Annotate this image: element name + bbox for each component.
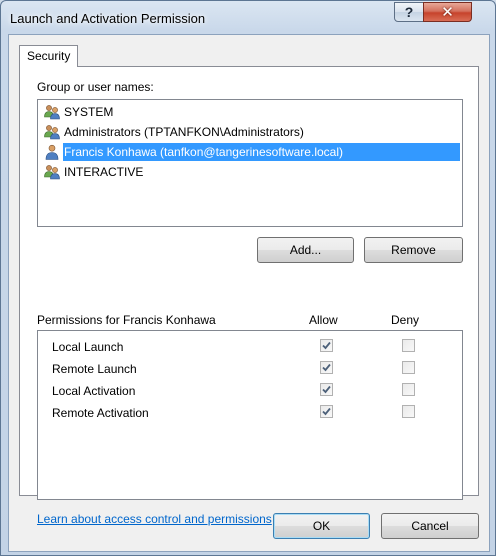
checkmark-icon (322, 407, 331, 416)
help-icon: ? (404, 4, 414, 20)
access-control-help-link[interactable]: Learn about access control and permissio… (37, 512, 272, 526)
allow-checkbox[interactable] (320, 339, 333, 352)
checkmark-icon (322, 385, 331, 394)
list-item-label: SYSTEM (64, 105, 114, 119)
permission-name: Remote Activation (52, 406, 149, 420)
group-users-icon (44, 105, 60, 120)
permission-name: Remote Launch (52, 362, 137, 376)
title-bar[interactable]: Launch and Activation Permission ? ✕ (1, 1, 495, 35)
allow-checkbox[interactable] (320, 405, 333, 418)
list-item-label: INTERACTIVE (64, 165, 144, 179)
list-item-system[interactable]: SYSTEM (40, 102, 460, 122)
permissions-header: Permissions for Francis Konhawa (37, 313, 216, 327)
list-item-francis-konhawa[interactable]: Francis Konhawa (tanfkon@tangerinesoftwa… (40, 142, 460, 162)
list-item-label: Francis Konhawa (tanfkon@tangerinesoftwa… (63, 143, 460, 161)
permission-row-remote-launch: Remote Launch (52, 360, 452, 378)
deny-checkbox[interactable] (402, 361, 415, 374)
cancel-button[interactable]: Cancel (381, 513, 479, 539)
deny-column-header: Deny (391, 313, 420, 327)
ok-button[interactable]: OK (273, 513, 370, 539)
list-item-label: Administrators (TPTANFKON\Administrators… (64, 125, 304, 139)
help-button[interactable]: ? (394, 2, 424, 22)
checkmark-icon (322, 363, 331, 372)
dialog-window: Launch and Activation Permission ? ✕ Sec… (0, 0, 496, 556)
tab-security[interactable]: Security (19, 45, 78, 67)
checkmark-icon (322, 341, 331, 350)
deny-checkbox[interactable] (402, 405, 415, 418)
permission-name: Local Activation (52, 384, 136, 398)
remove-button[interactable]: Remove (364, 237, 463, 263)
permission-row-local-activation: Local Activation (52, 382, 452, 400)
permission-row-local-launch: Local Launch (52, 338, 452, 356)
add-button[interactable]: Add... (257, 237, 354, 263)
list-item-interactive[interactable]: INTERACTIVE (40, 162, 460, 182)
group-names-label: Group or user names: (37, 80, 154, 94)
dialog-client-area: Security Group or user names: SYSTEM Adm… (8, 34, 490, 552)
permission-row-remote-activation: Remote Activation (52, 404, 452, 422)
group-user-listbox[interactable]: SYSTEM Administrators (TPTANFKON\Adminis… (37, 99, 463, 227)
window-title: Launch and Activation Permission (10, 11, 206, 26)
allow-column-header: Allow (309, 313, 338, 327)
close-icon: ✕ (441, 3, 454, 21)
group-users-icon (44, 165, 60, 180)
permissions-list: Local Launch Remote Launch Local Activat… (37, 330, 463, 500)
allow-checkbox[interactable] (320, 361, 333, 374)
deny-checkbox[interactable] (402, 383, 415, 396)
security-tab-panel: Group or user names: SYSTEM Administrato… (19, 66, 479, 526)
list-item-administrators[interactable]: Administrators (TPTANFKON\Administrators… (40, 122, 460, 142)
group-users-icon (44, 125, 60, 140)
permission-name: Local Launch (52, 340, 124, 354)
single-user-icon (45, 144, 59, 160)
deny-checkbox[interactable] (402, 339, 415, 352)
allow-checkbox[interactable] (320, 383, 333, 396)
close-button[interactable]: ✕ (423, 2, 472, 22)
